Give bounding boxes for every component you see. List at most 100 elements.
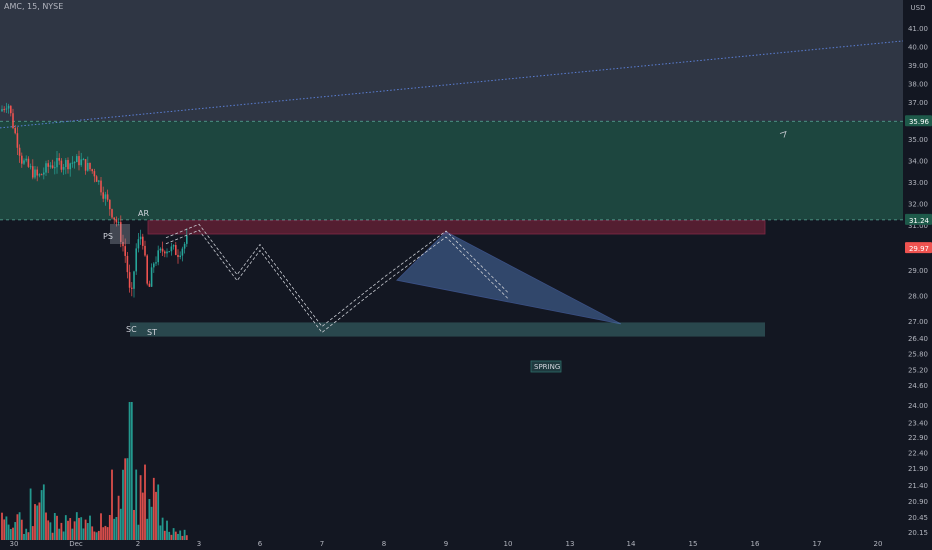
volume-bar bbox=[135, 469, 138, 540]
candle-body bbox=[73, 162, 76, 164]
volume-bar bbox=[40, 490, 43, 540]
volume-bar bbox=[14, 522, 17, 540]
volume-bar bbox=[80, 517, 83, 540]
volume-bar bbox=[111, 469, 113, 540]
volume-bar bbox=[126, 458, 129, 540]
volume-bar bbox=[71, 528, 74, 540]
volume-bar bbox=[163, 530, 166, 540]
candle-body bbox=[84, 159, 87, 171]
candle-body bbox=[168, 251, 170, 253]
y-tick-label: 38.00 bbox=[908, 81, 928, 89]
chart-canvas[interactable]: PS AR SC ST SPRING 41.00 40.00 39.00 38.00 37.00 3… bbox=[0, 0, 932, 550]
candle-body bbox=[153, 263, 155, 268]
candle-body bbox=[78, 156, 80, 166]
volume-bar bbox=[20, 519, 23, 540]
candle-body bbox=[124, 246, 126, 256]
y-tick-label: 35.00 bbox=[908, 136, 928, 144]
volume-bar bbox=[75, 512, 78, 540]
volume-bar bbox=[60, 522, 63, 540]
candle-body bbox=[109, 199, 111, 210]
candle-body bbox=[49, 165, 52, 167]
volume-bar bbox=[62, 531, 65, 540]
volume-bar bbox=[73, 521, 76, 540]
volume-bar bbox=[67, 520, 69, 540]
candle-body bbox=[12, 113, 14, 129]
volume-bar bbox=[69, 518, 72, 540]
volume-bar bbox=[133, 509, 135, 540]
candle-body bbox=[115, 219, 118, 223]
y-tick-label: 24.00 bbox=[908, 402, 928, 410]
candle-body bbox=[95, 176, 98, 182]
candle-body bbox=[91, 169, 93, 172]
candle-body bbox=[32, 166, 34, 178]
candle-body bbox=[25, 158, 27, 161]
candle-body bbox=[166, 251, 168, 254]
volume-bar bbox=[23, 533, 25, 540]
candle-body bbox=[3, 109, 5, 111]
volume-bar bbox=[159, 525, 162, 540]
volume-bar bbox=[91, 526, 94, 540]
x-tick-label: 6 bbox=[258, 540, 263, 548]
y-tick-label: 21.90 bbox=[908, 465, 928, 473]
volume-bar bbox=[124, 458, 127, 540]
volume-bar bbox=[183, 529, 186, 540]
y-tick-label: 26.40 bbox=[908, 335, 928, 343]
volume-bar bbox=[170, 534, 173, 540]
annotation-ar: AR bbox=[138, 209, 149, 218]
candle-body bbox=[164, 251, 166, 254]
candle-body bbox=[128, 272, 131, 288]
volume-bar bbox=[64, 515, 67, 540]
candle-body bbox=[177, 254, 179, 258]
candle-body bbox=[76, 156, 78, 163]
candle-body bbox=[126, 255, 129, 273]
candle-body bbox=[87, 162, 89, 171]
volume-bar bbox=[104, 525, 107, 540]
candle-body bbox=[51, 165, 54, 168]
volume-bar bbox=[185, 535, 188, 540]
candle-body bbox=[60, 160, 63, 170]
candle-body bbox=[69, 163, 71, 170]
annotation-st: ST bbox=[147, 328, 157, 337]
candle-body bbox=[80, 159, 82, 166]
y-tick-label: 22.90 bbox=[908, 434, 928, 442]
volume-bar bbox=[31, 526, 34, 540]
candle-body bbox=[34, 169, 36, 178]
chart-svg[interactable]: PS AR SC ST SPRING 41.00 40.00 39.00 38.00 37.00 3… bbox=[0, 0, 932, 550]
candle-body bbox=[117, 222, 120, 224]
candle-body bbox=[144, 245, 146, 256]
x-tick-label: 16 bbox=[751, 540, 760, 548]
volume-bar bbox=[89, 515, 91, 540]
volume-bar bbox=[3, 519, 6, 540]
x-tick-label: 8 bbox=[382, 540, 386, 548]
volume-bar bbox=[141, 492, 144, 540]
candle-body bbox=[113, 217, 115, 220]
y-tick-label: 24.60 bbox=[908, 382, 928, 390]
candle-body bbox=[142, 236, 144, 246]
y-tick-label: 41.00 bbox=[908, 25, 928, 33]
candle-body bbox=[148, 283, 151, 287]
volume-bar bbox=[174, 531, 177, 540]
currency-button[interactable]: USD bbox=[908, 2, 928, 14]
volume-bar bbox=[179, 530, 182, 540]
y-tick-label: 23.40 bbox=[908, 419, 928, 427]
volume-bar bbox=[139, 475, 142, 540]
volume-bar bbox=[7, 524, 10, 540]
volume-bar bbox=[82, 528, 85, 540]
volume-bar bbox=[53, 513, 56, 540]
candle-body bbox=[29, 166, 32, 168]
volume-bar bbox=[84, 519, 87, 540]
ps-highlight-box bbox=[110, 224, 130, 244]
candle-body bbox=[82, 159, 85, 161]
volume-bar bbox=[34, 504, 36, 540]
candle-body bbox=[139, 236, 142, 240]
x-tick-label: Dec bbox=[69, 540, 83, 548]
candle-body bbox=[23, 160, 25, 164]
candle-body bbox=[65, 160, 67, 168]
price-badge-label: 35.96 bbox=[909, 118, 930, 126]
candle-body bbox=[7, 105, 10, 109]
volume-bar bbox=[102, 527, 105, 540]
volume-bar bbox=[130, 402, 133, 540]
volume-bar bbox=[144, 464, 146, 540]
x-tick-label: 30 bbox=[10, 540, 19, 548]
candle-body bbox=[186, 235, 188, 244]
